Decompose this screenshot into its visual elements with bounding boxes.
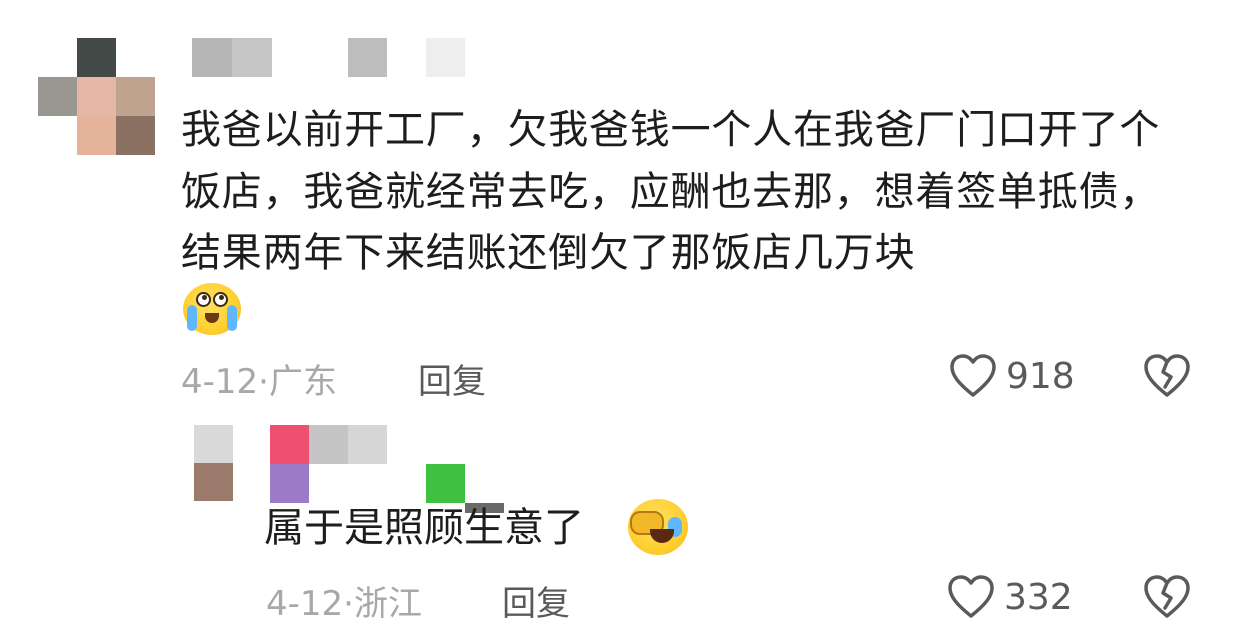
reply-username-mosaic[interactable] — [270, 425, 510, 513]
reply-button[interactable]: 回复 — [418, 354, 486, 403]
reply-reply-button[interactable]: 回复 — [502, 576, 570, 625]
comment-meta: 4-12·广东 — [181, 354, 337, 403]
broken-heart-icon[interactable] — [1142, 574, 1192, 620]
reply-avatar[interactable] — [194, 425, 233, 501]
reply-location: 浙江 — [353, 584, 422, 624]
reply-like-button[interactable]: 332 — [946, 574, 1073, 620]
crying-laugh-emoji — [183, 283, 241, 335]
comment-text: 我爸以前开工厂，欠我爸钱一个人在我爸厂门口开了个饭店，我爸就经常去吃，应酬也去那… — [181, 107, 1161, 276]
like-button[interactable]: 918 — [948, 353, 1075, 399]
avatar[interactable] — [38, 38, 155, 155]
heart-icon — [950, 354, 996, 397]
comment-date: 4-12 — [181, 362, 259, 402]
reply-text: 属于是照顾生意了 — [264, 505, 584, 551]
broken-heart-icon[interactable] — [1142, 353, 1192, 399]
meta-separator: · — [258, 362, 269, 402]
reply-like-count: 332 — [1004, 576, 1073, 618]
reply-meta: 4-12·浙江 — [266, 576, 422, 625]
reply-date: 4-12 — [266, 584, 344, 624]
username-mosaic[interactable] — [192, 38, 472, 77]
heart-icon — [948, 575, 994, 618]
comment-location: 广东 — [268, 362, 337, 402]
meta-separator: · — [343, 584, 354, 624]
like-count: 918 — [1006, 355, 1075, 397]
rofl-emoji — [628, 499, 688, 555]
comment-thread: 我爸以前开工厂，欠我爸钱一个人在我爸厂门口开了个饭店，我爸就经常去吃，应酬也去那… — [0, 0, 1242, 637]
